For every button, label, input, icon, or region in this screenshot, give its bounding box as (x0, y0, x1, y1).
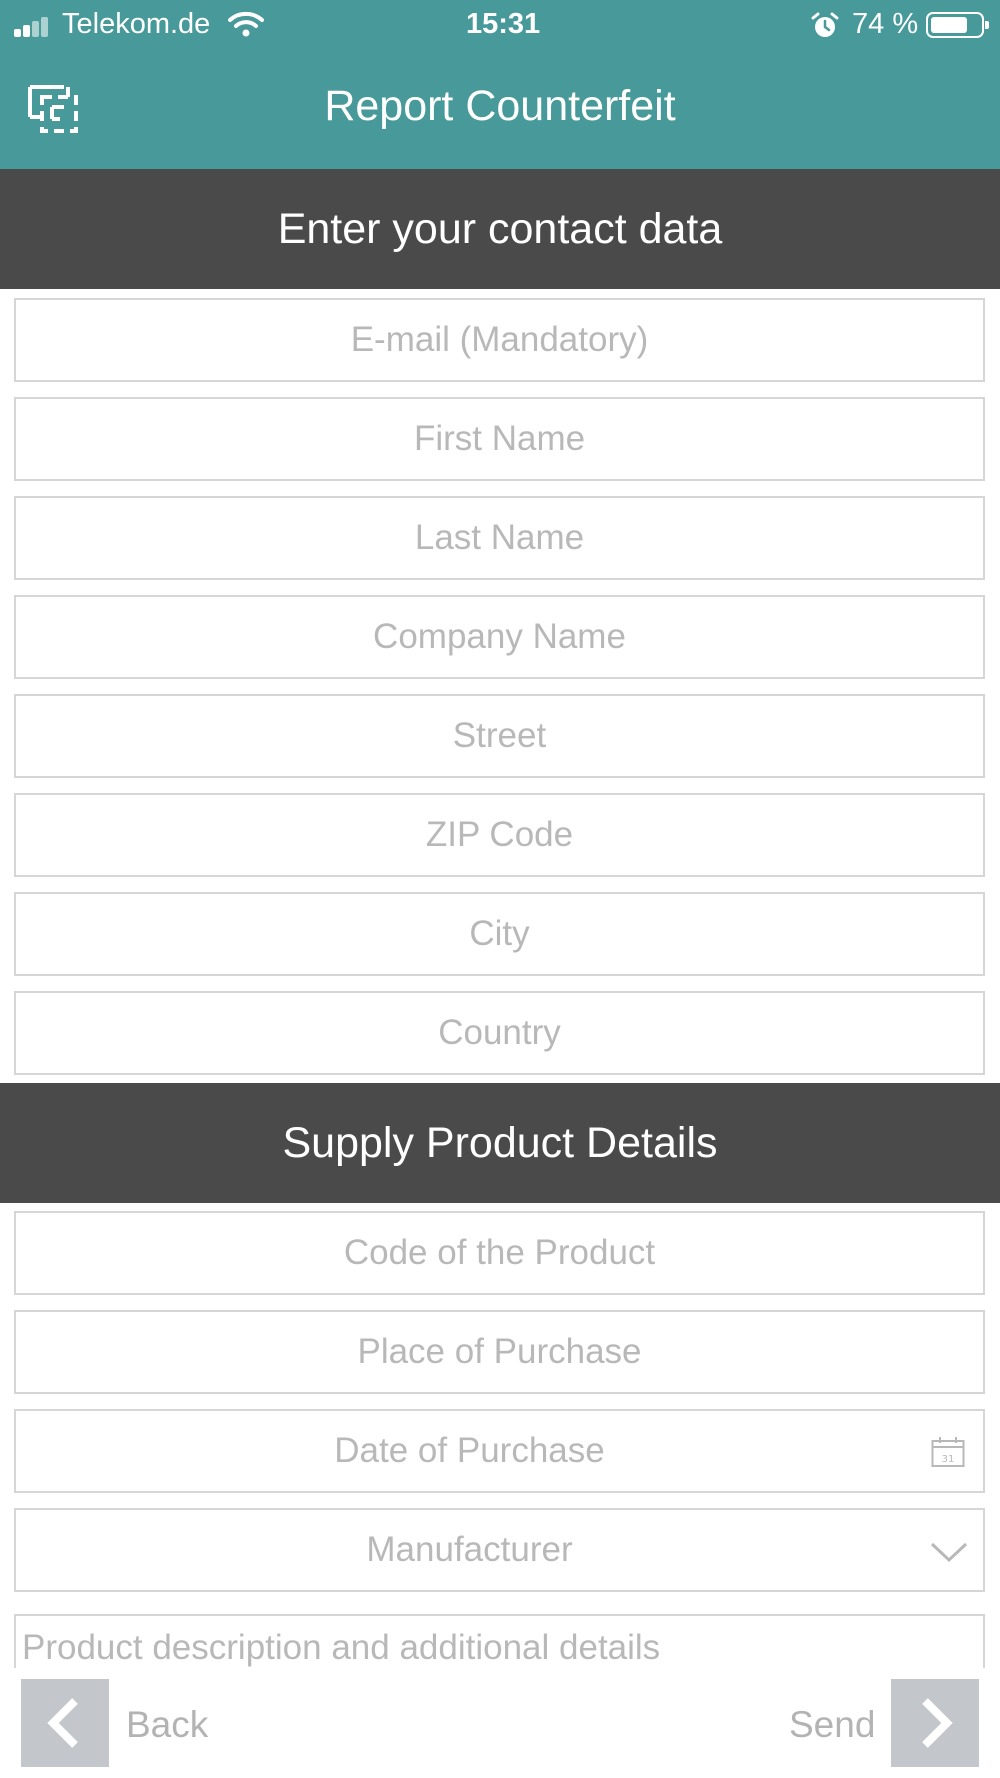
first-name-field-box (14, 397, 985, 481)
status-time: 15:31 (466, 8, 541, 40)
back-label[interactable]: Back (126, 1704, 208, 1746)
status-bar: Telekom.de 15:31 74 % (0, 0, 1000, 52)
last-name-field-box (14, 496, 985, 580)
product-code-field-box (14, 1211, 985, 1295)
street-field-box (14, 694, 985, 778)
send-button[interactable] (891, 1679, 979, 1767)
purchase-place-field[interactable] (16, 1312, 983, 1392)
country-field-box (14, 991, 985, 1075)
product-code-field[interactable] (16, 1213, 983, 1293)
purchase-place-field-box (14, 1310, 985, 1394)
product-section-header: Supply Product Details (0, 1083, 1000, 1203)
chevron-left-icon (47, 1698, 78, 1748)
purchase-date-field[interactable] (16, 1411, 983, 1491)
description-field[interactable] (16, 1616, 983, 1674)
bottom-navigation: Back Send (0, 1668, 1000, 1778)
email-field-box (14, 298, 985, 382)
chevron-right-icon (922, 1698, 953, 1748)
alarm-icon (811, 12, 839, 37)
contact-section-header: Enter your contact data (0, 169, 1000, 289)
wifi-icon (228, 11, 264, 37)
company-name-field[interactable] (16, 597, 983, 677)
description-field-box (14, 1614, 985, 1674)
manufacturer-select[interactable]: Manufacturer (14, 1508, 985, 1592)
app-header-bar: Telekom.de 15:31 74 % Report Counterfeit (0, 0, 1000, 169)
battery-level (931, 17, 967, 33)
purchase-date-field-box: 31 (14, 1409, 985, 1493)
chevron-down-icon[interactable] (929, 1536, 969, 1566)
back-button[interactable] (21, 1679, 109, 1767)
send-label[interactable]: Send (789, 1704, 875, 1746)
calendar-icon[interactable]: 31 (931, 1436, 965, 1468)
city-field[interactable] (16, 894, 983, 974)
carrier-name: Telekom.de (62, 8, 211, 40)
company-name-field-box (14, 595, 985, 679)
manufacturer-select-value: Manufacturer (366, 1530, 573, 1569)
zip-code-field[interactable] (16, 795, 983, 875)
country-field[interactable] (16, 993, 983, 1073)
signal-icon (14, 17, 54, 37)
street-field[interactable] (16, 696, 983, 776)
battery-icon (926, 12, 989, 38)
city-field-box (14, 892, 985, 976)
battery-percent: 74 % (852, 8, 919, 40)
email-field[interactable] (16, 300, 983, 380)
page-title: Report Counterfeit (324, 82, 676, 130)
first-name-field[interactable] (16, 399, 983, 479)
last-name-field[interactable] (16, 498, 983, 578)
calendar-icon-day: 31 (942, 1454, 955, 1465)
zip-code-field-box (14, 793, 985, 877)
